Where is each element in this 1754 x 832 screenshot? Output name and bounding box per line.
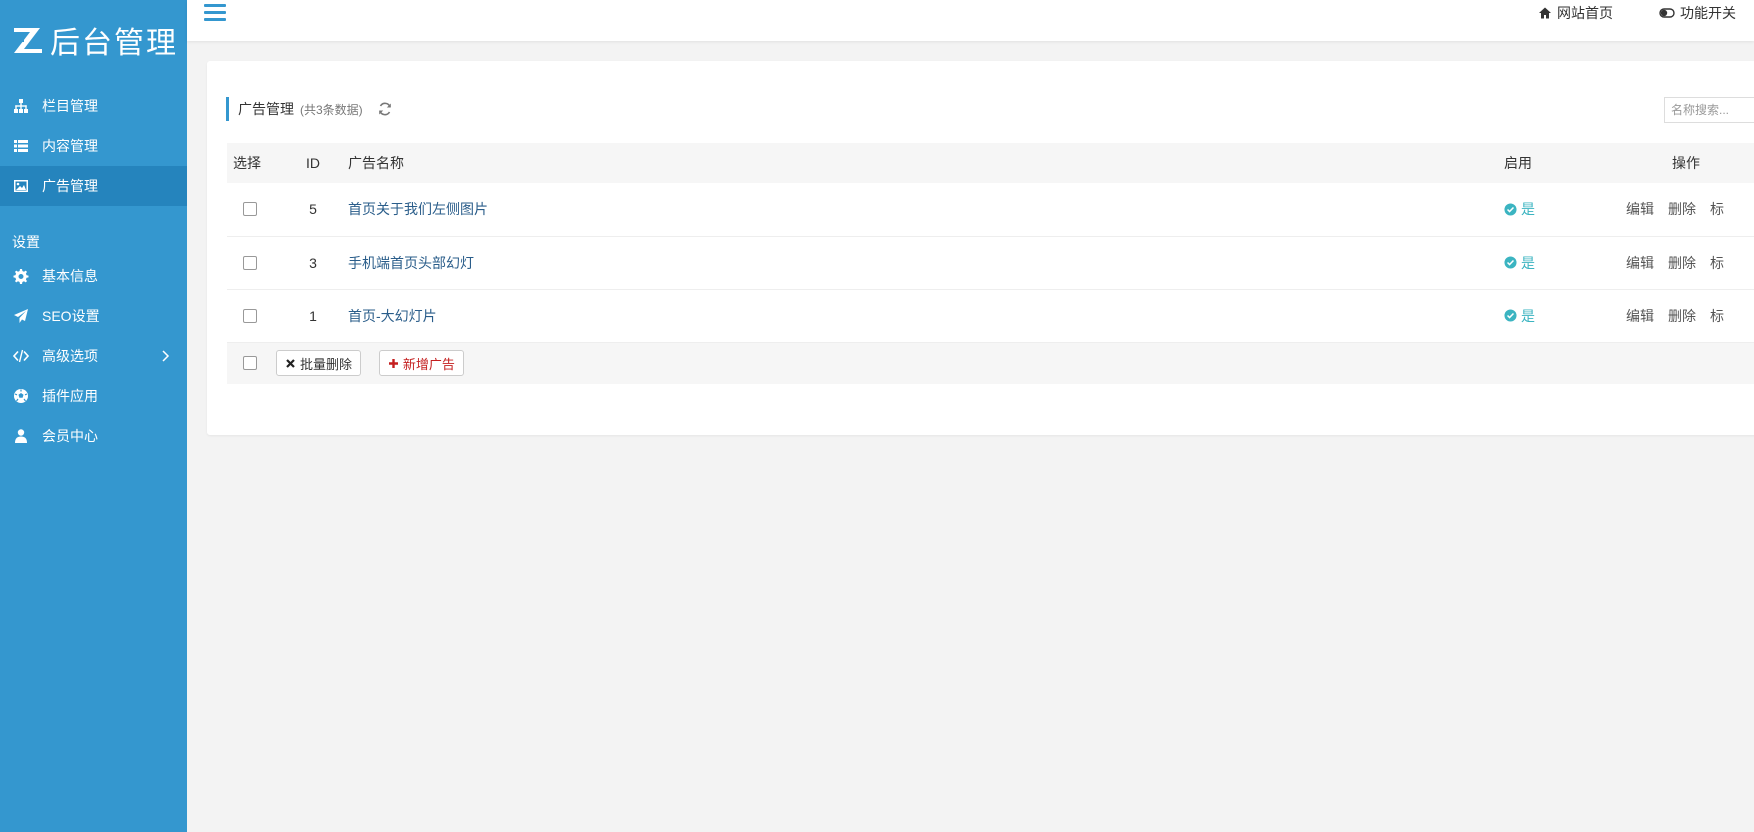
sidebar-item-ads[interactable]: 广告管理 <box>0 166 187 206</box>
ad-name-link[interactable]: 手机端首页头部幻灯 <box>348 255 474 271</box>
feature-toggle-link[interactable]: 功能开关 <box>1659 4 1736 22</box>
close-icon <box>286 358 295 368</box>
delete-link[interactable]: 删除 <box>1668 255 1696 271</box>
sidebar-item-label: 会员中心 <box>42 428 98 444</box>
sidebar-item-label: 广告管理 <box>42 178 98 194</box>
table-row: 1 首页-大幻灯片 是 编辑 删除标 <box>227 289 1754 342</box>
check-circle-icon <box>1504 309 1517 322</box>
soccer-ball-icon <box>12 387 30 405</box>
sidebar-item-label: SEO设置 <box>42 308 100 324</box>
select-all-checkbox[interactable] <box>243 356 257 371</box>
ads-table: 选择 ID 广告名称 启用 操作 5 首页关于我们左侧图片 是 编辑 删除标 3 … <box>227 143 1754 384</box>
add-ad-button[interactable]: 新增广告 <box>378 350 464 377</box>
sidebar-item-advanced[interactable]: 高级选项 <box>0 336 187 376</box>
sidebar-item-content[interactable]: 内容管理 <box>0 126 187 166</box>
list-icon <box>12 137 30 155</box>
row-checkbox[interactable] <box>243 255 257 270</box>
enabled-status[interactable]: 是 <box>1504 253 1535 273</box>
table-footer-row: 批量删除 新增广告 <box>227 342 1754 384</box>
user-icon <box>12 427 30 445</box>
table-row: 5 首页关于我们左侧图片 是 编辑 删除标 <box>227 183 1754 236</box>
sidebar: 后台管理 栏目管理 内容管理 广告管理 设置 基本信息 SEO设置 高级选项 插… <box>0 0 187 832</box>
name-search-input[interactable] <box>1664 97 1754 123</box>
image-icon <box>12 177 30 195</box>
website-home-label: 网站首页 <box>1557 5 1613 21</box>
row-checkbox[interactable] <box>243 308 257 323</box>
sitemap-icon <box>12 97 30 115</box>
mark-link[interactable]: 标 <box>1710 201 1724 217</box>
mark-link[interactable]: 标 <box>1710 308 1724 324</box>
edit-link[interactable]: 编辑 <box>1626 308 1654 324</box>
row-id: 3 <box>309 254 317 271</box>
ad-name-link[interactable]: 首页关于我们左侧图片 <box>348 201 488 217</box>
edit-link[interactable]: 编辑 <box>1626 201 1654 217</box>
row-id: 1 <box>309 307 317 324</box>
record-count: (共3条数据) <box>300 102 363 117</box>
header-enabled: 启用 <box>1504 155 1532 171</box>
hamburger-menu-icon[interactable] <box>204 4 226 24</box>
home-icon <box>1539 7 1551 19</box>
page-title: 广告管理 <box>238 101 294 117</box>
table-row: 3 手机端首页头部幻灯 是 编辑 删除标 <box>227 236 1754 289</box>
check-circle-icon <box>1504 203 1517 216</box>
sidebar-item-label: 基本信息 <box>42 268 98 284</box>
delete-link[interactable]: 删除 <box>1668 308 1696 324</box>
feature-toggle-label: 功能开关 <box>1680 5 1736 21</box>
topbar: 网站首页 功能开关 <box>187 0 1754 41</box>
website-home-link[interactable]: 网站首页 <box>1538 4 1613 22</box>
sidebar-section-settings: 设置 <box>12 234 40 250</box>
sidebar-item-label: 内容管理 <box>42 138 98 154</box>
sidebar-item-label: 高级选项 <box>42 348 98 364</box>
plus-icon <box>388 358 398 368</box>
chevron-right-icon <box>162 350 170 362</box>
header-ops: 操作 <box>1672 155 1700 171</box>
logo-text: 后台管理 <box>50 26 178 61</box>
enabled-status[interactable]: 是 <box>1504 199 1535 219</box>
delete-link[interactable]: 删除 <box>1668 201 1696 217</box>
code-icon <box>12 347 30 365</box>
toggle-icon <box>1659 8 1675 18</box>
batch-delete-button[interactable]: 批量删除 <box>276 350 362 377</box>
ad-management-panel: 广告管理 (共3条数据) 选择 ID 广告名称 启用 操作 5 首页关于我们左侧… <box>207 61 1754 435</box>
logo[interactable]: 后台管理 <box>12 22 178 61</box>
sidebar-item-basic-info[interactable]: 基本信息 <box>0 256 187 296</box>
edit-link[interactable]: 编辑 <box>1626 255 1654 271</box>
header-select: 选择 <box>233 155 261 171</box>
header-name: 广告名称 <box>348 155 404 171</box>
ad-name-link[interactable]: 首页-大幻灯片 <box>348 308 437 324</box>
paper-plane-icon <box>12 307 30 325</box>
gear-icon <box>12 267 30 285</box>
logo-mark-icon <box>14 28 42 53</box>
sidebar-item-columns[interactable]: 栏目管理 <box>0 86 187 126</box>
sidebar-item-label: 插件应用 <box>42 388 98 404</box>
header-id: ID <box>306 155 320 171</box>
sidebar-item-seo[interactable]: SEO设置 <box>0 296 187 336</box>
panel-header: 广告管理 (共3条数据) <box>226 97 393 121</box>
sidebar-item-plugins[interactable]: 插件应用 <box>0 376 187 416</box>
row-checkbox[interactable] <box>243 202 257 217</box>
table-header-row: 选择 ID 广告名称 启用 操作 <box>227 143 1754 183</box>
row-id: 5 <box>309 201 317 218</box>
mark-link[interactable]: 标 <box>1710 255 1724 271</box>
sidebar-item-label: 栏目管理 <box>42 98 98 114</box>
check-circle-icon <box>1504 256 1517 269</box>
sidebar-item-members[interactable]: 会员中心 <box>0 416 187 456</box>
refresh-icon[interactable] <box>377 101 393 117</box>
enabled-status[interactable]: 是 <box>1504 306 1535 326</box>
sidebar-nav: 栏目管理 内容管理 广告管理 设置 基本信息 SEO设置 高级选项 插件应用 会… <box>0 86 187 456</box>
